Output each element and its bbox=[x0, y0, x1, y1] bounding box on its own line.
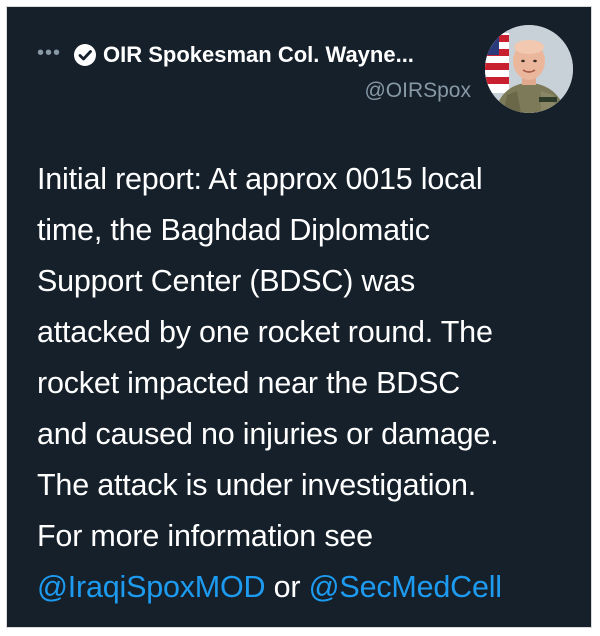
author-handle[interactable]: @OIRSpox bbox=[364, 77, 471, 105]
author-avatar[interactable] bbox=[485, 25, 573, 113]
tweet-text-line: attacked by one rocket round. The bbox=[37, 315, 493, 349]
tweet-card: ••• OIR Spokesman Col. Wayne... @OIRSpox bbox=[6, 6, 592, 628]
tweet-text-line: and caused no injuries or damage. bbox=[37, 417, 499, 451]
mention-link-secmedcell[interactable]: @SecMedCell bbox=[309, 570, 502, 604]
tweet-text-line: rocket impacted near the BDSC bbox=[37, 366, 461, 400]
mention-connector: or bbox=[273, 570, 301, 604]
tweet-mentions-line: @IraqiSpoxMOD or @SecMedCell bbox=[37, 562, 577, 613]
author-display-name[interactable]: OIR Spokesman Col. Wayne... bbox=[103, 40, 414, 70]
tweet-header: ••• OIR Spokesman Col. Wayne... @OIRSpox bbox=[7, 7, 591, 117]
more-options-icon[interactable]: ••• bbox=[37, 43, 63, 63]
tweet-body: Initial report: At approx 0015 local tim… bbox=[37, 154, 577, 613]
tweet-text-line: Initial report: At approx 0015 local bbox=[37, 162, 483, 196]
mention-link-iraqispoxmod[interactable]: @IraqiSpoxMOD bbox=[37, 570, 266, 604]
tweet-text-line: time, the Baghdad Diplomatic bbox=[37, 213, 430, 247]
avatar-portrait-image bbox=[485, 25, 573, 113]
tweet-text-line: Support Center (BDSC) was bbox=[37, 264, 416, 298]
tweet-text-line: The attack is under investigation. bbox=[37, 468, 477, 502]
verified-badge-icon bbox=[74, 44, 96, 66]
tweet-text-line: For more information see bbox=[37, 519, 373, 553]
